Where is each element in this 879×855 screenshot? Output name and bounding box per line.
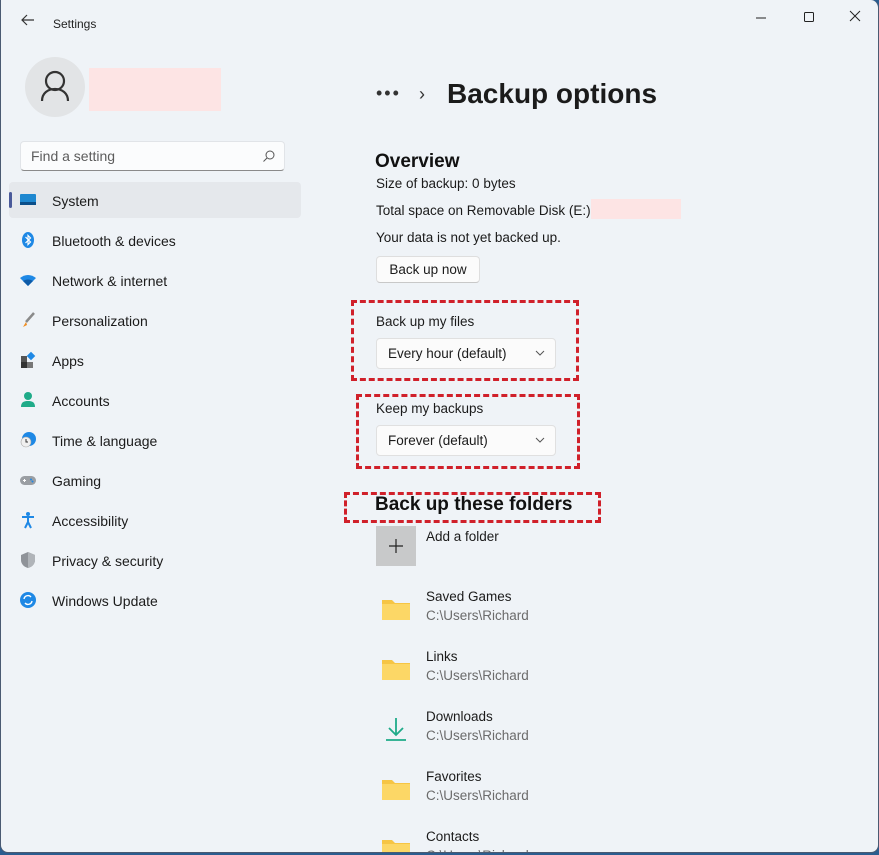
system-icon (19, 191, 37, 209)
sidebar-item-label: Gaming (52, 473, 101, 489)
minimize-icon (738, 6, 784, 30)
close-icon (832, 6, 878, 30)
folder-name: Downloads (426, 709, 493, 724)
username-redacted (89, 68, 221, 111)
gamepad-icon (19, 471, 37, 489)
brush-icon (19, 311, 37, 329)
sidebar-item-time-language[interactable]: Time & language (9, 422, 301, 458)
minimize-button[interactable] (738, 6, 784, 30)
folder-name: Favorites (426, 769, 482, 784)
sidebar-item-gaming[interactable]: Gaming (9, 462, 301, 498)
sidebar-item-system[interactable]: System (9, 182, 301, 218)
person-icon (19, 391, 37, 409)
folder-item[interactable]: Saved Games C:\Users\Richard (376, 589, 676, 633)
avatar[interactable] (25, 57, 85, 117)
sidebar-item-label: Privacy & security (52, 553, 163, 569)
sidebar-item-label: Apps (52, 353, 84, 369)
total-space-redacted (591, 199, 681, 219)
sidebar-item-label: Windows Update (52, 593, 158, 609)
backup-frequency-label: Back up my files (376, 314, 474, 329)
clock-globe-icon (19, 431, 37, 449)
apps-icon (19, 351, 37, 369)
sidebar-item-label: Bluetooth & devices (52, 233, 176, 249)
back-button[interactable] (18, 12, 38, 32)
active-indicator (9, 192, 12, 208)
total-space: Total space on Removable Disk (E:) (376, 203, 591, 218)
wifi-icon (19, 271, 37, 289)
sidebar-item-label: Accounts (52, 393, 110, 409)
backup-frequency-select[interactable]: Every hour (default) (376, 338, 556, 369)
user-icon (25, 57, 85, 117)
plus-icon (376, 526, 416, 566)
maximize-icon (786, 6, 832, 30)
arrow-left-icon (21, 14, 35, 26)
sidebar-item-accounts[interactable]: Accounts (9, 382, 301, 418)
folder-icon (381, 777, 411, 801)
sidebar-item-privacy[interactable]: Privacy & security (9, 542, 301, 578)
sidebar-item-accessibility[interactable]: Accessibility (9, 502, 301, 538)
search-icon[interactable] (262, 149, 276, 163)
folder-name: Contacts (426, 829, 479, 844)
folder-icon (381, 837, 411, 853)
accessibility-icon (19, 511, 37, 529)
folder-name: Links (426, 649, 458, 664)
keep-backups-select[interactable]: Forever (default) (376, 425, 556, 456)
sidebar-nav: System Bluetooth & devices Network & int… (9, 182, 301, 622)
folder-path: C:\Users\Richard (426, 788, 529, 803)
breadcrumb-more-button[interactable]: ••• (376, 83, 401, 104)
chevron-down-icon (535, 349, 545, 357)
folder-name: Saved Games (426, 589, 512, 604)
page-title: Backup options (447, 78, 657, 110)
add-folder-label[interactable]: Add a folder (426, 529, 499, 544)
sidebar-item-network[interactable]: Network & internet (9, 262, 301, 298)
overview-heading: Overview (375, 151, 460, 173)
folder-item[interactable]: Downloads C:\Users\Richard (376, 709, 676, 753)
sidebar-item-label: Time & language (52, 433, 157, 449)
sidebar-item-apps[interactable]: Apps (9, 342, 301, 378)
search-box[interactable] (20, 141, 285, 171)
keep-backups-label: Keep my backups (376, 401, 483, 416)
settings-window: Settings System Bluetooth & devices (0, 0, 879, 853)
folder-path: C:\Users\Richard (426, 668, 529, 683)
folder-path: C:\Users\Richard (426, 608, 529, 623)
sidebar-item-label: System (52, 193, 99, 209)
backup-size: Size of backup: 0 bytes (376, 176, 516, 191)
update-icon (19, 591, 37, 609)
backup-frequency-value: Every hour (default) (388, 346, 507, 361)
sidebar-item-label: Network & internet (52, 273, 167, 289)
folders-heading: Back up these folders (375, 494, 572, 516)
close-button[interactable] (832, 6, 878, 30)
maximize-button[interactable] (786, 6, 832, 30)
sidebar-item-label: Accessibility (52, 513, 128, 529)
bluetooth-icon (19, 231, 37, 249)
sidebar-item-label: Personalization (52, 313, 148, 329)
folder-icon (381, 597, 411, 621)
download-icon (381, 717, 411, 741)
breadcrumb-chevron-icon: › (419, 84, 425, 105)
shield-icon (19, 551, 37, 569)
backup-status: Your data is not yet backed up. (376, 230, 561, 245)
sidebar-item-bluetooth[interactable]: Bluetooth & devices (9, 222, 301, 258)
sidebar-item-windows-update[interactable]: Windows Update (9, 582, 301, 618)
folder-icon (381, 657, 411, 681)
folder-item[interactable]: Favorites C:\Users\Richard (376, 769, 676, 813)
folder-path: C:\Users\Richard (426, 728, 529, 743)
search-input[interactable] (31, 148, 251, 164)
chevron-down-icon (535, 436, 545, 444)
app-title: Settings (53, 17, 96, 31)
folder-item[interactable]: Contacts C:\Users\Richard (376, 829, 676, 853)
keep-backups-value: Forever (default) (388, 433, 488, 448)
title-bar: Settings (1, 0, 878, 40)
back-up-now-button[interactable]: Back up now (376, 256, 480, 283)
folder-item[interactable]: Links C:\Users\Richard (376, 649, 676, 693)
add-folder-button[interactable] (376, 526, 416, 566)
folder-path: C:\Users\Richard (426, 848, 529, 853)
sidebar-item-personalization[interactable]: Personalization (9, 302, 301, 338)
